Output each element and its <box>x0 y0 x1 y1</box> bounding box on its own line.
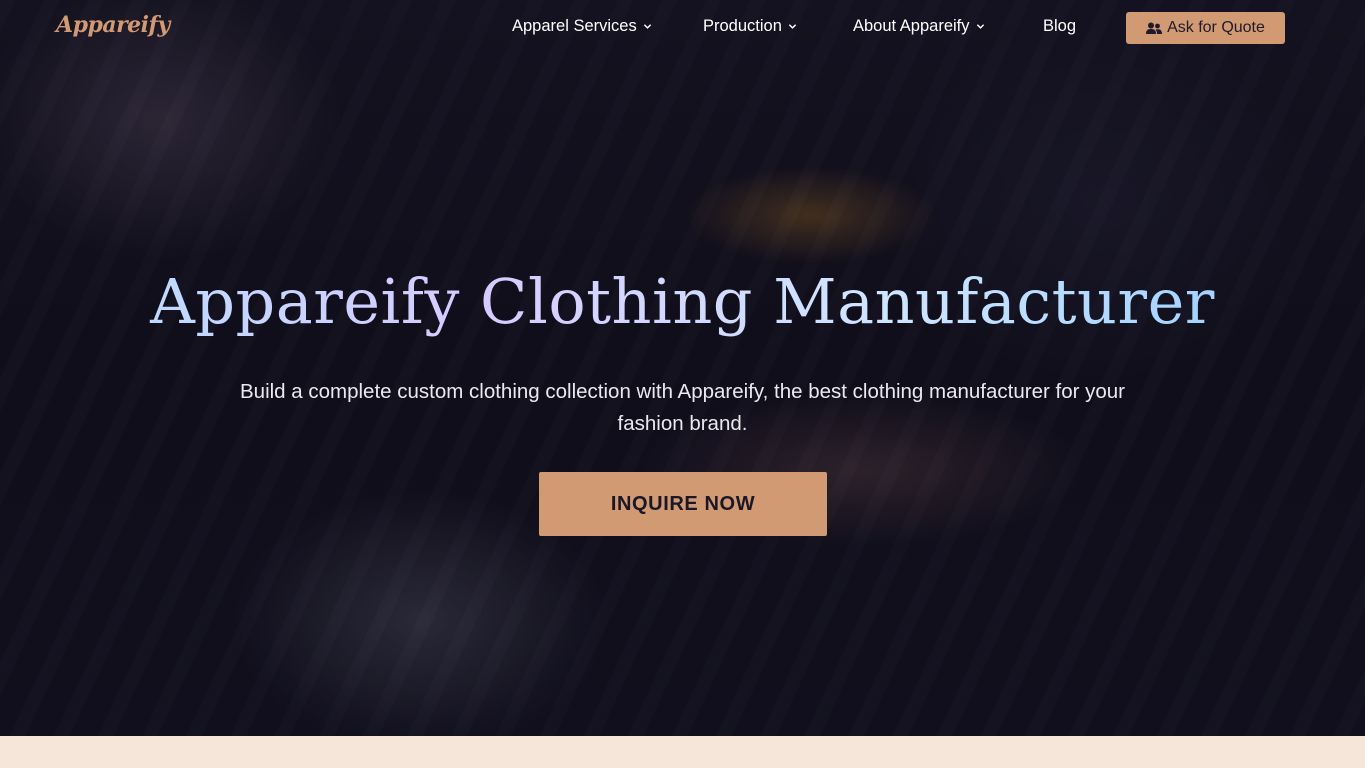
chevron-down-icon <box>976 24 984 29</box>
hero-subtitle: Build a complete custom clothing collect… <box>240 380 1125 435</box>
hero-section: Appareify Apparel Services Production Ab… <box>0 0 1365 736</box>
hero-overlay <box>0 0 1365 736</box>
nav-item-label: Blog <box>1043 17 1077 35</box>
users-icon <box>1146 22 1163 34</box>
nav-item-apparel-services[interactable]: Apparel Services <box>512 17 652 36</box>
nav-item-label: Production <box>703 17 782 35</box>
next-section <box>0 736 1365 768</box>
top-navbar: Appareify Apparel Services Production Ab… <box>0 0 1365 56</box>
chevron-down-icon <box>788 24 797 29</box>
nav-item-label: About Appareify <box>853 17 970 35</box>
ask-for-quote-button[interactable]: Ask for Quote <box>1126 12 1285 44</box>
hero-title: Appareify Clothing Manufacturer <box>0 262 1365 342</box>
nav-item-label: Apparel Services <box>512 17 637 35</box>
nav-item-blog[interactable]: Blog <box>1043 17 1076 36</box>
inquire-now-button[interactable]: INQUIRE NOW <box>539 472 827 536</box>
ask-for-quote-label: Ask for Quote <box>1167 19 1265 36</box>
brand-logo[interactable]: Appareify <box>56 12 170 38</box>
chevron-down-icon <box>643 24 651 29</box>
nav-item-about[interactable]: About Appareify <box>853 17 985 36</box>
nav-item-production[interactable]: Production <box>703 17 797 36</box>
